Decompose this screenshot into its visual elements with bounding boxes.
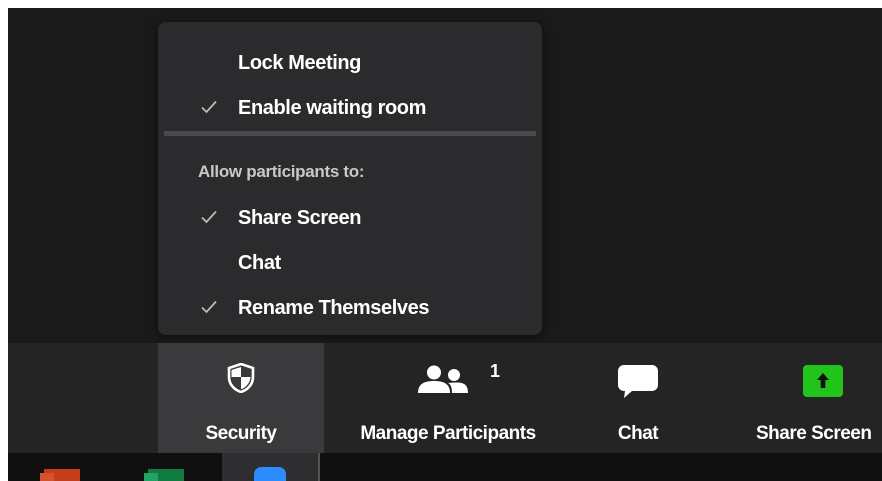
checkmark-icon <box>201 300 217 314</box>
share-screen-icon <box>803 365 843 397</box>
share-screen-label: Share Screen <box>756 423 872 444</box>
meeting-toolbar: Security 1 Manage Participants Chat Shar… <box>8 343 882 453</box>
menu-item-label: Enable waiting room <box>238 97 426 119</box>
menu-item-label: Chat <box>238 252 281 274</box>
shield-icon <box>227 363 255 393</box>
windows-taskbar <box>8 453 882 481</box>
menu-item-rename-themselves[interactable]: Rename Themselves <box>158 289 542 329</box>
excel-icon[interactable] <box>144 467 188 481</box>
security-button-label: Security <box>205 423 277 444</box>
checkmark-icon <box>201 100 217 114</box>
participants-icon <box>418 365 468 393</box>
zoom-meeting-window: Lock Meeting Enable waiting room Allow p… <box>8 8 882 481</box>
powerpoint-icon[interactable] <box>40 467 84 481</box>
menu-divider <box>164 131 536 136</box>
menu-item-label: Rename Themselves <box>238 297 430 319</box>
security-button[interactable]: Security <box>158 343 324 453</box>
participants-count-badge: 1 <box>490 361 501 381</box>
menu-item-share-screen[interactable]: Share Screen <box>158 199 542 239</box>
chat-bubble-icon <box>618 365 658 398</box>
menu-item-lock-meeting[interactable]: Lock Meeting <box>158 44 542 84</box>
checkmark-icon <box>201 210 217 224</box>
menu-section-title: Allow participants to: <box>198 162 365 181</box>
menu-item-enable-waiting-room[interactable]: Enable waiting room <box>158 89 542 129</box>
security-menu: Lock Meeting Enable waiting room Allow p… <box>158 22 542 335</box>
share-screen-button[interactable]: Share Screen <box>748 343 882 453</box>
manage-participants-button[interactable]: 1 Manage Participants <box>338 343 558 453</box>
menu-item-chat[interactable]: Chat <box>158 244 542 284</box>
menu-item-label: Share Screen <box>238 207 362 229</box>
taskbar-active-app[interactable] <box>222 453 320 481</box>
chat-button-label: Chat <box>617 423 659 444</box>
zoom-icon <box>254 467 286 481</box>
chat-button[interactable]: Chat <box>588 343 688 453</box>
menu-item-label: Lock Meeting <box>238 52 361 74</box>
manage-participants-label: Manage Participants <box>360 423 536 444</box>
